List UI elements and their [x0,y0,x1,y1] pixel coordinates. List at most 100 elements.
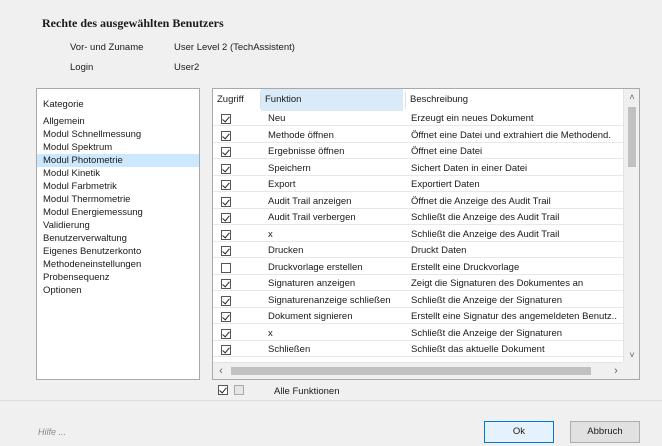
access-checkbox[interactable] [221,345,231,355]
category-item[interactable]: Modul Farbmetrik [37,180,199,193]
access-cell [221,328,233,341]
access-checkbox[interactable] [221,196,231,207]
description-cell: Sichert Daten in einer Datei [411,162,528,174]
column-header-access[interactable]: Zugriff [213,89,259,111]
permissions-table: Zugriff Funktion Beschreibung Neu Erzeugt… [212,88,640,380]
access-checkbox[interactable] [221,328,231,339]
description-cell: Schließt die Anzeige der Signaturen [411,294,563,306]
cancel-button[interactable]: Abbruch [570,421,640,443]
chevron-left-icon[interactable]: ‹ [213,363,229,379]
description-cell: Schließt die Anzeige der Signaturen [411,327,563,339]
table-row[interactable]: Audit Trail verbergen Schließt die Anzeig… [213,212,624,225]
ok-button[interactable]: Ok [484,421,554,443]
access-checkbox[interactable] [221,262,231,273]
table-row[interactable]: Schließen Schließt das aktuelle Dokument [213,344,624,357]
table-row[interactable]: Audit Trail anzeigen Öffnet die Anzeige d… [213,196,624,209]
access-cell [221,146,233,159]
table-body: Neu Erzeugt ein neues Dokument Methode öff… [213,113,624,361]
column-header-description[interactable]: Beschreibung [406,89,624,111]
description-cell: Erzeugt ein neues Dokument [411,113,534,124]
function-cell: Drucken [268,245,304,256]
description-cell: Erstellt eine Druckvorlage [411,261,520,273]
table-row[interactable]: Neu Erzeugt ein neues Dokument [213,113,624,126]
function-cell: Speichern [268,162,311,174]
access-cell [221,278,233,291]
table-row[interactable]: Drucken Druckt Daten [213,245,624,258]
name-label: Vor- und Zuname [70,42,144,53]
access-checkbox[interactable] [221,163,231,174]
description-cell: Öffnet die Anzeige des Audit Trail [411,195,551,207]
table-row[interactable]: x Schließt die Anzeige der Signaturen [213,328,624,341]
column-header-function[interactable]: Funktion [261,89,403,111]
dialog-footer: Hilfe ... Ok Abbruch [0,400,662,446]
all-functions-partial-checkbox[interactable] [234,385,244,395]
function-cell: Ergebnisse öffnen [268,146,345,157]
category-list: Allgemein Modul Schnellmessung Modul Spekt… [37,115,199,297]
category-item[interactable]: Optionen [37,284,199,297]
description-cell: Druckt Daten [411,245,467,256]
description-cell: Zeigt die Signaturen des Dokumentes an [411,278,584,289]
function-cell: Signaturenanzeige schließen [268,294,391,306]
access-checkbox[interactable] [221,147,231,157]
access-cell [221,163,233,176]
category-item[interactable]: Allgemein [37,115,199,128]
access-cell [221,130,233,143]
table-row[interactable]: x Schließt die Anzeige des Audit Trail [213,229,624,242]
access-cell [221,311,233,324]
access-cell [221,212,233,225]
function-cell: Dokument signieren [268,311,353,322]
access-checkbox[interactable] [221,213,231,223]
table-row[interactable]: Speichern Sichert Daten in einer Datei [213,163,624,176]
table-row[interactable]: Methode öffnen Öffnet eine Datei und extr… [213,130,624,143]
category-item[interactable]: Modul Photometrie [37,154,199,167]
function-cell: Neu [268,113,286,124]
help-text[interactable]: Hilfe ... [38,427,66,437]
access-checkbox[interactable] [221,279,231,289]
description-cell: Schließt das aktuelle Dokument [411,344,545,355]
vertical-scroll-thumb[interactable] [628,107,636,167]
chevron-down-icon[interactable]: ˅ [624,347,639,363]
access-checkbox[interactable] [221,312,231,322]
category-item[interactable]: Modul Spektrum [37,141,199,154]
category-item[interactable]: Modul Energiemessung [37,206,199,219]
horizontal-scroll-thumb[interactable] [231,367,591,375]
table-row[interactable]: Ergebnisse öffnen Öffnet eine Datei [213,146,624,159]
horizontal-scrollbar[interactable]: ‹ › [213,362,624,379]
table-header: Zugriff Funktion Beschreibung [213,89,624,111]
description-cell: Öffnet eine Datei [411,146,483,157]
category-item[interactable]: Methodeneinstellungen [37,258,199,271]
category-item[interactable]: Probensequenz [37,271,199,284]
login-value: User2 [174,62,200,73]
category-item[interactable]: Modul Thermometrie [37,193,199,206]
function-cell: x [268,327,273,339]
access-checkbox[interactable] [221,180,231,190]
access-checkbox[interactable] [221,295,231,306]
description-cell: Exportiert Daten [411,179,480,190]
description-cell: Erstellt eine Signatur des angemeldeten … [411,311,617,322]
category-item[interactable]: Benutzerverwaltung [37,232,199,245]
scrollbar-corner [622,362,639,379]
name-value: User Level 2 (TechAssistent) [174,42,295,53]
access-checkbox[interactable] [221,229,231,240]
category-item[interactable]: Modul Schnellmessung [37,128,199,141]
category-item[interactable]: Modul Kinetik [37,167,199,180]
category-header: Kategorie [43,99,84,110]
table-row[interactable]: Export Exportiert Daten [213,179,624,192]
category-item[interactable]: Eigenes Benutzerkonto [37,245,199,258]
table-row[interactable]: Druckvorlage erstellen Erstellt eine Druc… [213,262,624,275]
access-cell [221,179,233,192]
chevron-up-icon[interactable]: ˄ [624,89,639,105]
access-cell [221,229,233,242]
table-row[interactable]: Signaturen anzeigen Zeigt die Signaturen … [213,278,624,291]
table-row[interactable]: Dokument signieren Erstellt eine Signatur… [213,311,624,324]
dialog-title: Rechte des ausgewählten Benutzers [42,16,224,30]
access-checkbox[interactable] [221,130,231,141]
access-checkbox[interactable] [221,246,231,256]
vertical-scrollbar[interactable]: ˄ ˅ [623,89,639,363]
table-row[interactable]: Signaturenanzeige schließen Schließt die … [213,295,624,308]
category-item[interactable]: Validierung [37,219,199,232]
access-checkbox[interactable] [221,114,231,124]
description-cell: Öffnet eine Datei und extrahiert die Met… [411,129,611,141]
all-functions-checkbox[interactable] [218,385,228,395]
function-cell: Methode öffnen [268,129,334,141]
